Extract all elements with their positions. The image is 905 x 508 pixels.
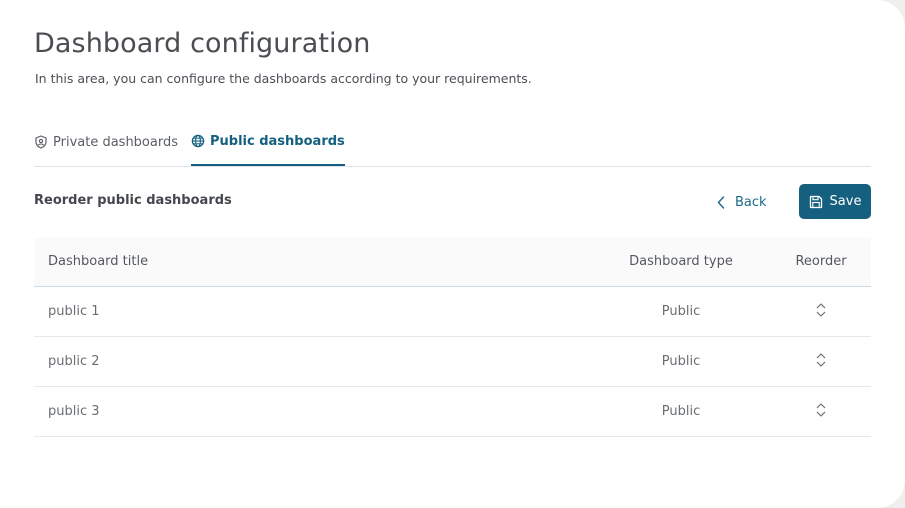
save-button[interactable]: Save xyxy=(799,184,871,219)
tab-public-label: Public dashboards xyxy=(210,133,345,149)
dashboard-title-cell: public 1 xyxy=(48,303,100,319)
globe-icon xyxy=(191,134,205,148)
tab-private-dashboards[interactable]: Private dashboards xyxy=(34,124,178,166)
save-button-label: Save xyxy=(829,194,862,209)
dashboard-title-cell: public 2 xyxy=(48,353,100,369)
reorder-icon[interactable] xyxy=(811,400,831,420)
reorder-cell xyxy=(771,386,871,436)
reorder-icon[interactable] xyxy=(811,350,831,370)
back-button[interactable]: Back xyxy=(717,190,767,214)
section-title: Reorder public dashboards xyxy=(34,193,232,208)
dashboard-tabs: Private dashboards Public dashboards xyxy=(34,124,871,167)
table-header-row: Dashboard title Dashboard type Reorder xyxy=(34,238,871,286)
shield-user-icon xyxy=(34,135,48,149)
floppy-disk-icon xyxy=(809,195,823,209)
dashboard-type-cell: Public xyxy=(661,403,701,419)
chevron-left-icon xyxy=(717,195,725,209)
column-header-type[interactable]: Dashboard type xyxy=(591,238,771,286)
tab-public-dashboards[interactable]: Public dashboards xyxy=(191,124,345,166)
reorder-cell xyxy=(771,286,871,336)
dashboard-type-cell: Public xyxy=(661,303,701,319)
table-row: public 3 Public xyxy=(34,386,871,436)
table-row: public 2 Public xyxy=(34,336,871,386)
back-button-label: Back xyxy=(735,194,767,210)
dashboard-config-card: Dashboard configuration In this area, yo… xyxy=(0,0,905,508)
reorder-cell xyxy=(771,336,871,386)
column-header-title[interactable]: Dashboard title xyxy=(34,238,591,286)
dashboard-title-cell: public 3 xyxy=(48,403,100,419)
column-header-reorder: Reorder xyxy=(795,254,847,270)
reorder-icon[interactable] xyxy=(811,300,831,320)
dashboard-type-cell: Public xyxy=(661,353,701,369)
page-description: In this area, you can configure the dash… xyxy=(35,71,532,86)
tab-private-label: Private dashboards xyxy=(53,134,178,150)
table-row: public 1 Public xyxy=(34,286,871,336)
dashboards-table: Dashboard title Dashboard type Reorder p… xyxy=(34,238,871,437)
page-title: Dashboard configuration xyxy=(34,28,371,59)
